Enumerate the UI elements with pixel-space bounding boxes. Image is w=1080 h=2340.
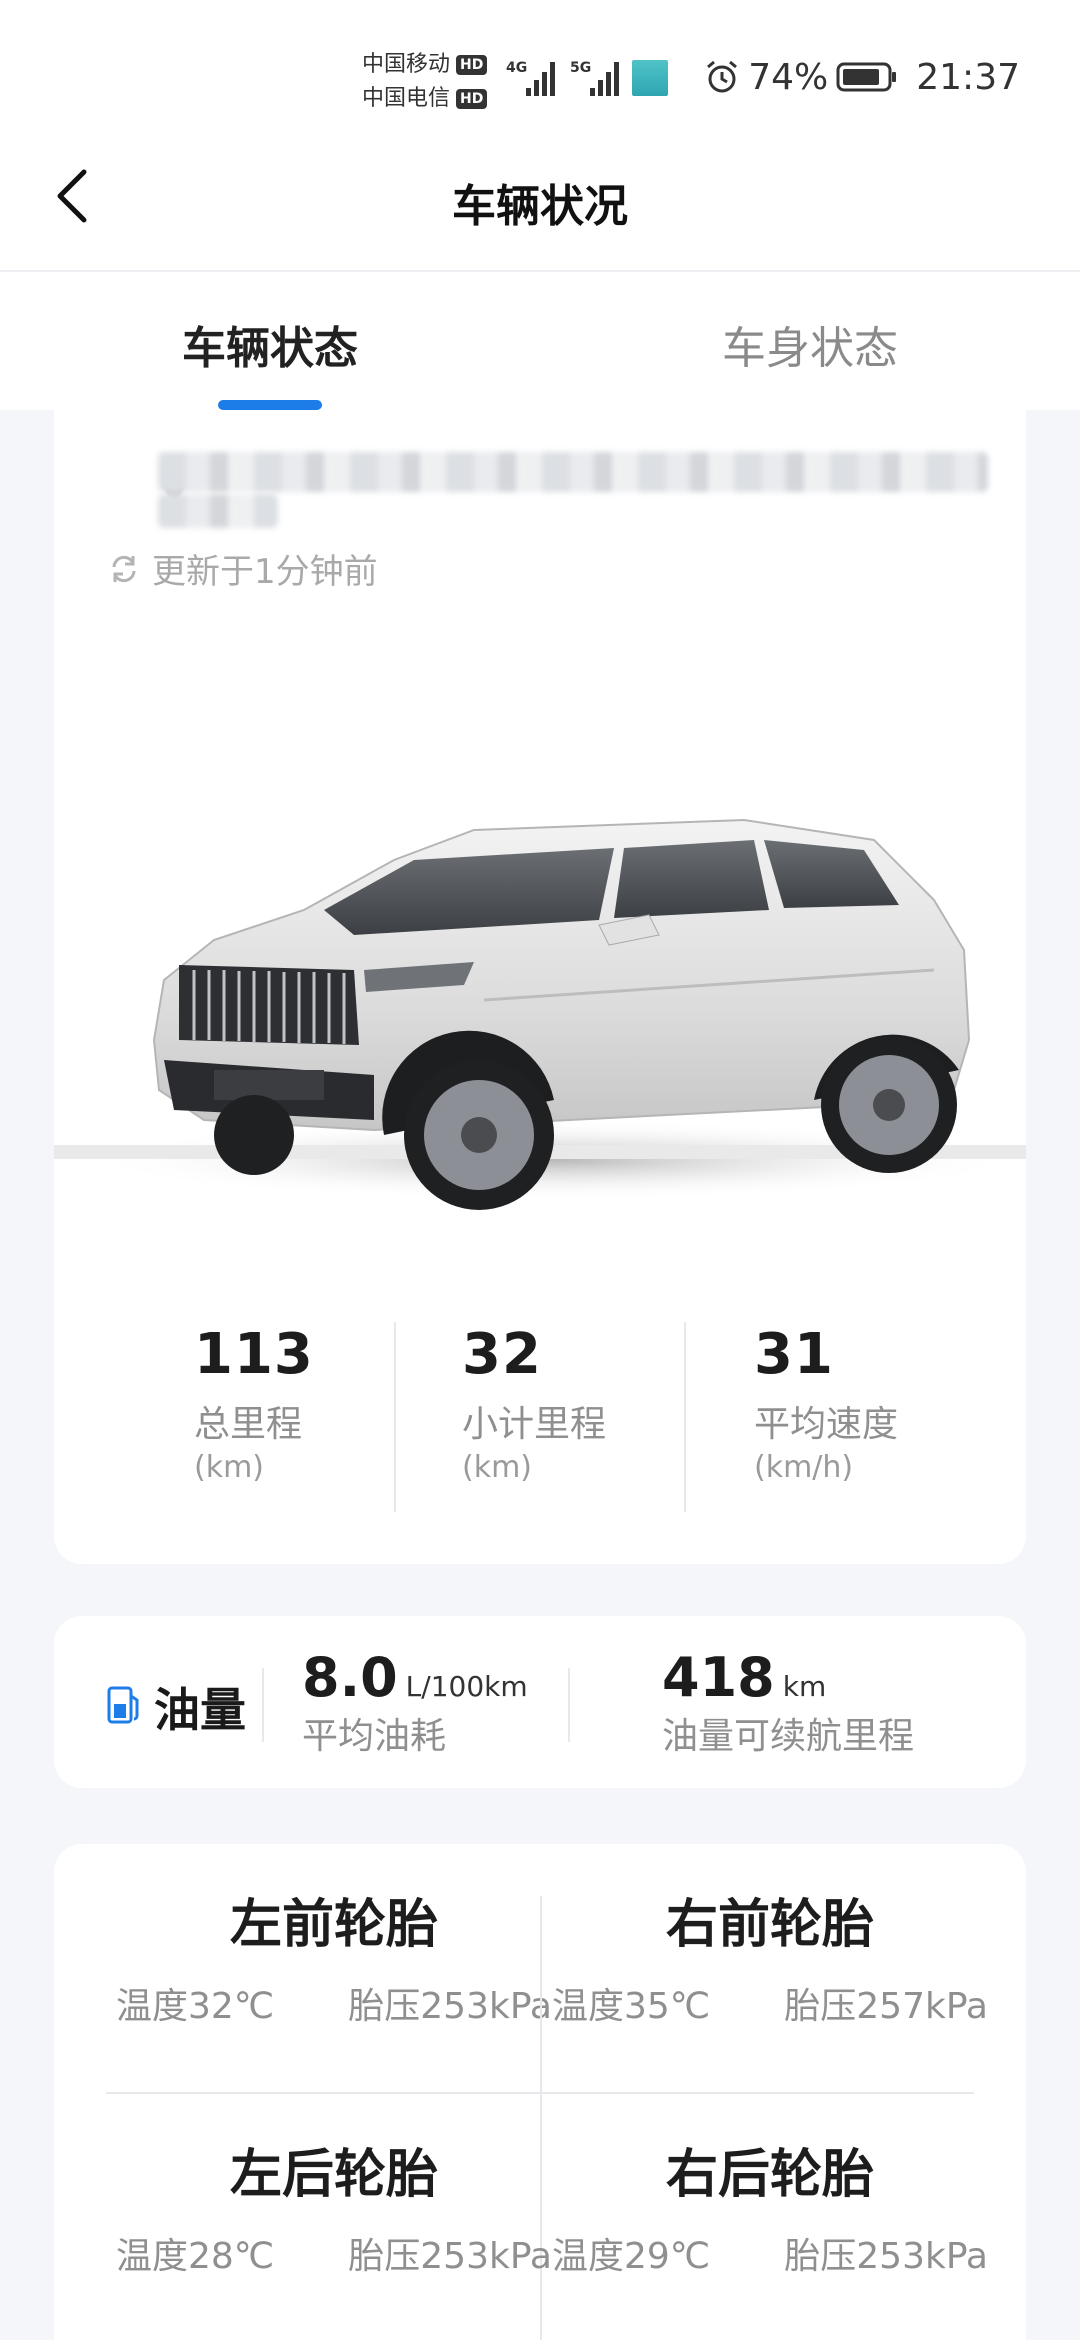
tire-temperature: 温度29℃: [552, 2236, 711, 2277]
tab-body-status[interactable]: 车身状态: [722, 312, 898, 376]
tire-front-left: 左前轮胎 温度32℃ 胎压253kPa: [116, 1892, 552, 2030]
vehicle-status-card: 更新于1分钟前 113 总里程 (km) 32 小计里程 (km) 31 平均速…: [54, 410, 1026, 1564]
tire-front-right: 右前轮胎 温度35℃ 胎压257kPa: [552, 1892, 988, 2030]
tire-name: 右后轮胎: [665, 2145, 874, 2205]
fuel-divider: [262, 1668, 264, 1742]
stat-unit: (km): [194, 1450, 265, 1485]
tire-rear-left: 左后轮胎 温度28℃ 胎压253kPa: [116, 2142, 552, 2280]
tab-vehicle-status[interactable]: 车辆状态: [182, 312, 358, 376]
tire-pressure: 胎压257kPa: [784, 1986, 988, 2027]
stat-value: 32: [462, 1322, 542, 1387]
tire-temperature: 温度35℃: [552, 1986, 711, 2027]
tire-temperature: 温度28℃: [116, 2236, 275, 2277]
stat-unit: (km/h): [754, 1450, 854, 1485]
update-time-label: 更新于1分钟前: [152, 552, 378, 592]
stat-divider: [394, 1322, 396, 1512]
tire-name: 左后轮胎: [229, 2145, 438, 2205]
stat-label: 平均速度: [754, 1404, 899, 1445]
fuel-card: 油量 8.0 L/100km 平均油耗 418 km 油量可续航里程: [54, 1616, 1026, 1788]
battery-icon: [836, 62, 897, 92]
fuel-consumption-label: 平均油耗: [302, 1716, 447, 1757]
vehicle-image: [54, 818, 1026, 1210]
signal-strength-icon-2: [590, 62, 619, 96]
carrier-info: 中国移动 HD 中国电信 HD: [362, 48, 500, 116]
fuel-range: 418 km 油量可续航里程: [662, 1646, 914, 1760]
clock-time: 21:37: [916, 56, 1020, 98]
app-notification-icon: [632, 60, 668, 96]
hd-badge-2: HD: [456, 89, 488, 109]
tab-bar: 车辆状态 车身状态: [0, 272, 1080, 410]
carrier-1-label: 中国移动: [362, 52, 451, 77]
fuel-consumption-value: 8.0: [302, 1646, 398, 1709]
tire-pressure: 胎压253kPa: [348, 1986, 552, 2027]
stat-total-mileage: 113 总里程 (km): [194, 1320, 314, 1488]
stat-divider: [684, 1322, 686, 1512]
fuel-title: 油量: [154, 1683, 246, 1737]
active-tab-indicator: [218, 400, 322, 410]
stat-trip-mileage: 32 小计里程 (km): [462, 1320, 606, 1488]
stat-unit: (km): [462, 1450, 533, 1485]
page-title: 车辆状况: [452, 181, 628, 232]
stat-value: 113: [194, 1322, 314, 1387]
tire-rear-right: 右后轮胎 温度29℃ 胎压253kPa: [552, 2142, 988, 2280]
alarm-icon: [707, 60, 738, 93]
status-bar: 中国移动 HD 中国电信 HD 4G 5G 74% 21:37: [0, 0, 1080, 150]
navigation-bar: 车辆状况: [0, 150, 1080, 270]
fuel-pump-icon: [107, 1686, 139, 1724]
tire-name: 左前轮胎: [229, 1895, 438, 1955]
stat-label: 小计里程: [462, 1404, 607, 1445]
tire-pressure: 胎压253kPa: [784, 2236, 988, 2277]
status-right-group: 74% 21:37: [704, 52, 1020, 102]
tire-temperature: 温度32℃: [116, 1986, 275, 2027]
update-time-row: 更新于1分钟前: [108, 544, 378, 593]
tire-status-card: 左前轮胎 温度32℃ 胎压253kPa 右前轮胎 温度35℃ 胎压257kPa …: [54, 1844, 1026, 2340]
location-address-blurred: [108, 432, 988, 528]
stat-average-speed: 31 平均速度 (km/h): [754, 1320, 898, 1488]
refresh-icon[interactable]: [108, 553, 140, 585]
hd-badge-1: HD: [456, 55, 488, 75]
signal-strength-icon: [526, 62, 555, 96]
fuel-consumption: 8.0 L/100km 平均油耗: [302, 1646, 528, 1760]
fuel-range-label: 油量可续航里程: [662, 1716, 915, 1757]
fuel-range-value: 418: [662, 1646, 775, 1709]
fuel-divider-2: [568, 1668, 570, 1742]
fuel-consumption-unit: L/100km: [405, 1670, 528, 1703]
carrier-2-label: 中国电信: [362, 86, 451, 111]
battery-percent: 74%: [748, 56, 829, 98]
stat-value: 31: [754, 1322, 834, 1387]
fuel-range-unit: km: [782, 1670, 827, 1703]
tire-name: 右前轮胎: [665, 1895, 874, 1955]
tire-pressure: 胎压253kPa: [348, 2236, 552, 2277]
stat-label: 总里程: [194, 1404, 303, 1445]
